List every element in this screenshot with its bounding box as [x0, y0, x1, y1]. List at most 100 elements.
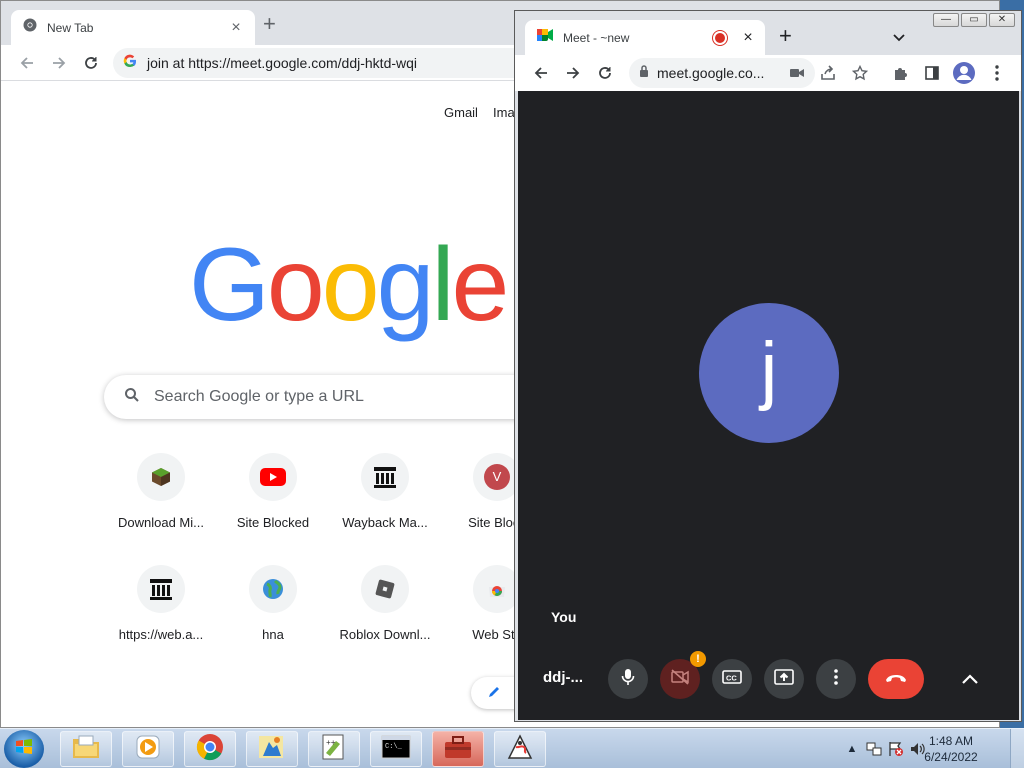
leave-call-button[interactable]: [868, 659, 924, 699]
taskbar-command-prompt[interactable]: C:\_: [370, 731, 422, 767]
tab-meet[interactable]: Meet - ~new ×: [525, 20, 765, 55]
side-panel-icon[interactable]: [922, 63, 942, 83]
share-icon[interactable]: [818, 63, 838, 83]
logo-letter: e: [451, 227, 510, 343]
action-center-flag-icon[interactable]: [888, 741, 904, 757]
show-hidden-icons-arrow-icon[interactable]: ▲: [844, 741, 860, 757]
camera-button[interactable]: !: [660, 651, 706, 699]
back-arrow-icon[interactable]: [15, 51, 39, 75]
chrome-favicon-icon: [23, 18, 37, 37]
windows-logo-icon: [14, 737, 34, 762]
shortcut-label: https://web.a...: [118, 627, 204, 642]
taskbar-toolbox[interactable]: [432, 731, 484, 767]
clock-date[interactable]: 6/24/2022: [916, 750, 986, 764]
taskbar-notepad-plus[interactable]: ++: [308, 731, 360, 767]
taskbar-paint[interactable]: [246, 731, 298, 767]
svg-text:++: ++: [326, 739, 336, 748]
explorer-icon: [71, 734, 101, 765]
microphone-button[interactable]: [608, 659, 648, 699]
show-desktop-button[interactable]: [1010, 729, 1024, 768]
more-menu-icon[interactable]: [987, 63, 1007, 83]
forward-arrow-icon[interactable]: [561, 61, 585, 85]
minimize-button[interactable]: —: [933, 13, 959, 27]
maximize-button[interactable]: ▭: [961, 13, 987, 27]
tab-search-chevron-icon[interactable]: [893, 29, 905, 47]
camera-off-icon: [670, 668, 690, 690]
google-logo: Google: [189, 227, 510, 343]
taskbar-chrome[interactable]: [184, 731, 236, 767]
taskbar-media-player[interactable]: [122, 731, 174, 767]
recording-indicator-icon: [715, 32, 725, 43]
new-tab-button[interactable]: +: [779, 25, 792, 47]
close-window-button[interactable]: ✕: [989, 13, 1015, 27]
taskbar-explorer[interactable]: [60, 731, 112, 767]
search-icon: [124, 387, 140, 408]
chrome-window-meet: — ▭ ✕ Meet - ~new × + meet.google.co...: [514, 10, 1022, 722]
profile-avatar-icon[interactable]: [952, 61, 976, 85]
toolbar: meet.google.co...: [515, 55, 1021, 91]
address-text: join at https://meet.google.com/ddj-hktd…: [147, 55, 418, 71]
svg-text:C:\_: C:\_: [385, 743, 403, 751]
forward-arrow-icon[interactable]: [47, 51, 71, 75]
clock-time[interactable]: 1:48 AM: [916, 734, 986, 748]
shortcut-tile[interactable]: https://web.a...: [105, 565, 217, 642]
shortcut-tile[interactable]: Download Mi...: [105, 453, 217, 530]
extensions-puzzle-icon[interactable]: [890, 63, 910, 83]
roblox-icon: [361, 565, 409, 613]
search-input[interactable]: Search Google or type a URL: [104, 375, 564, 419]
museum-icon: [137, 565, 185, 613]
camera-in-use-icon[interactable]: [787, 63, 807, 83]
present-screen-button[interactable]: [764, 659, 804, 699]
address-bar[interactable]: join at https://meet.google.com/ddj-hktd…: [113, 48, 533, 78]
system-tray: ▲ 1:48 AM 6/24/2022: [844, 729, 1024, 768]
hang-up-icon: [884, 670, 908, 688]
globe-icon: [249, 565, 297, 613]
start-button[interactable]: [4, 730, 44, 768]
images-link[interactable]: Ima: [493, 105, 515, 120]
letter-v-badge: V: [484, 464, 510, 490]
close-tab-icon[interactable]: ×: [739, 29, 757, 47]
notepad-plus-icon: ++: [321, 733, 347, 766]
reload-icon[interactable]: [593, 61, 617, 85]
logo-letter: l: [431, 227, 454, 343]
microphone-icon: [621, 668, 635, 691]
command-prompt-icon: C:\_: [381, 735, 411, 764]
svg-text:CC: CC: [726, 673, 737, 682]
java-icon: [506, 733, 534, 766]
logo-letter: g: [376, 227, 435, 343]
taskbar: ++ C:\_ ▲ 1:48 AM 6/24/2022: [0, 728, 1024, 768]
meeting-code[interactable]: ddj-...: [543, 669, 583, 686]
back-arrow-icon[interactable]: [529, 61, 553, 85]
reload-icon[interactable]: [79, 51, 103, 75]
taskbar-java[interactable]: [494, 731, 546, 767]
network-icon[interactable]: [866, 741, 882, 757]
google-g-icon: [123, 54, 137, 73]
meeting-stage: j You ddj-... ! CC: [518, 91, 1019, 720]
chevron-up-icon[interactable]: [958, 667, 982, 691]
more-vertical-icon: [834, 668, 838, 690]
bookmark-star-icon[interactable]: [850, 63, 870, 83]
logo-letter: o: [321, 227, 380, 343]
gmail-link[interactable]: Gmail: [444, 105, 478, 120]
media-player-icon: [135, 734, 161, 765]
meet-favicon-icon: [537, 28, 553, 47]
shortcut-label: Site Blocked: [236, 515, 310, 530]
captions-button[interactable]: CC: [712, 659, 752, 699]
more-options-button[interactable]: [816, 659, 856, 699]
close-tab-icon[interactable]: ×: [227, 19, 245, 37]
new-tab-button[interactable]: +: [263, 13, 276, 35]
shortcut-tile[interactable]: hna: [217, 565, 329, 642]
shortcut-tile[interactable]: Site Blocked: [217, 453, 329, 530]
self-tile-label: You: [551, 609, 577, 625]
shortcut-label: Roblox Downl...: [339, 627, 431, 642]
window-controls: — ▭ ✕: [933, 13, 1015, 27]
shortcut-tile[interactable]: Roblox Downl...: [329, 565, 441, 642]
shortcut-label: Download Mi...: [118, 515, 204, 530]
logo-letter: G: [189, 227, 270, 343]
shortcut-tile[interactable]: Wayback Ma...: [329, 453, 441, 530]
toolbox-icon: [443, 734, 473, 765]
tab-new-tab[interactable]: New Tab ×: [11, 10, 255, 45]
pencil-icon: [487, 685, 501, 704]
logo-letter: o: [266, 227, 325, 343]
participant-avatar: j: [699, 303, 839, 443]
